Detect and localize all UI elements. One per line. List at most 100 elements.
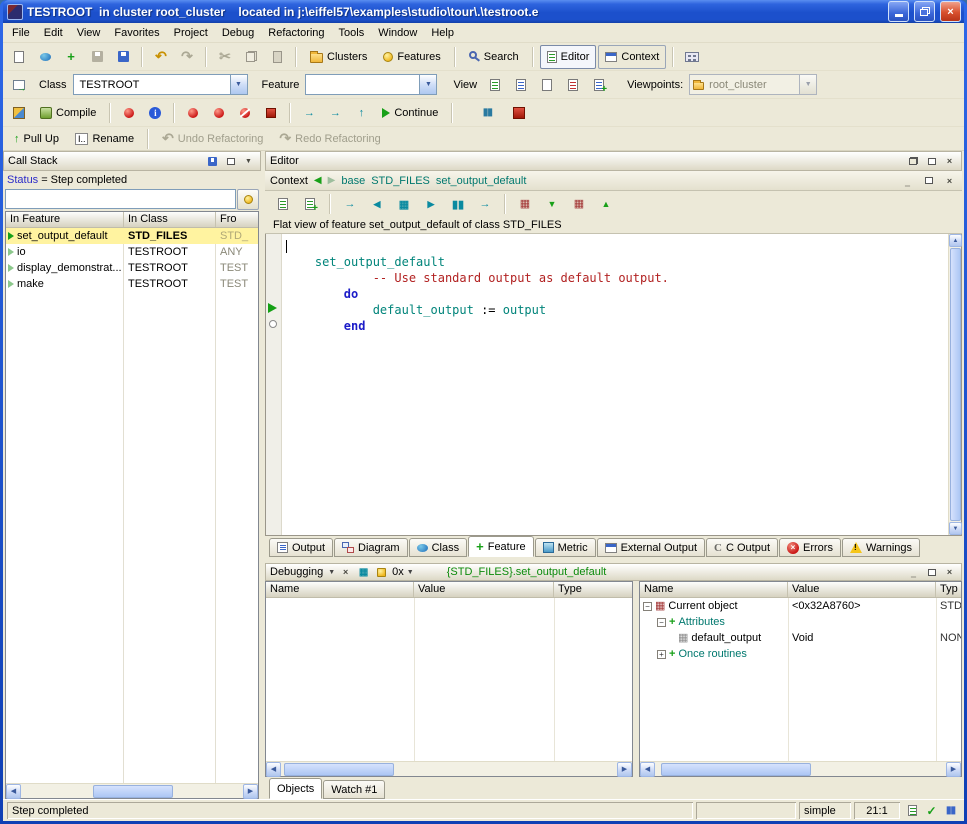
scroll-track[interactable] [21,784,243,799]
history-back-icon[interactable]: ◀ [314,175,322,186]
undock-editor-button[interactable] [906,154,921,168]
pause-button[interactable]: ▮▮ [475,101,499,125]
undo-refactoring-button[interactable]: ↶ Undo Refactoring [155,127,270,151]
scroll-right-button[interactable]: ▶ [617,762,632,777]
project-info-button[interactable]: i [143,101,167,125]
class-combobox-arrow-icon[interactable]: ▼ [230,75,247,94]
menu-refactoring[interactable]: Refactoring [261,25,331,41]
minimize-button[interactable] [888,1,909,22]
column-name[interactable]: Name [640,582,788,597]
assignees-button[interactable]: ▶ [419,192,443,216]
new-tab-button[interactable] [7,73,31,97]
column-in-class[interactable]: In Class [124,212,216,227]
code-text-area[interactable]: set_output_default -- Use standard outpu… [282,234,948,535]
breadcrumb-class[interactable]: STD_FILES [371,175,430,187]
expand-node-icon[interactable]: + [657,650,666,659]
call-stack-row[interactable]: make TESTROOT TEST [6,276,258,292]
rename-button[interactable]: I.. Rename [68,127,141,151]
tab-class[interactable]: Class [409,538,468,557]
descendants-button[interactable]: ▼ [540,192,564,216]
scroll-track[interactable] [949,247,961,522]
column-type[interactable]: Type [554,582,632,597]
scroll-thumb[interactable] [284,763,394,776]
code-editor[interactable]: set_output_default -- Use standard outpu… [265,234,962,536]
edit-feature-button[interactable] [271,192,295,216]
save-all-button[interactable] [111,45,135,69]
tab-objects[interactable]: Objects [269,778,322,799]
external-editor-button[interactable] [680,45,704,69]
breakpoint-slot-icon[interactable] [269,320,277,328]
callers-button[interactable]: → [338,192,362,216]
view-basic-text-button[interactable] [483,73,507,97]
copy-button[interactable] [239,45,263,69]
open-button[interactable] [33,45,57,69]
close-watch-button[interactable]: × [338,565,353,579]
debug-run-button[interactable] [207,101,231,125]
watch-hscrollbar[interactable]: ◀ ▶ [266,761,632,776]
scroll-right-button[interactable]: ▶ [243,784,258,799]
step-out-button[interactable]: ↑ [349,101,373,125]
assigners-button[interactable]: ▦ [392,192,416,216]
column-type[interactable]: Typ [936,582,961,597]
close-context-button[interactable]: × [942,174,957,188]
menu-file[interactable]: File [5,25,37,41]
editable-indicator-button[interactable] [905,804,920,818]
view-flat-button[interactable] [535,73,559,97]
callees-button[interactable]: ◀ [365,192,389,216]
scroll-thumb[interactable] [661,763,811,776]
tab-diagram[interactable]: Diagram [334,538,408,557]
cut-button[interactable]: ✂ [213,45,237,69]
tab-feature[interactable]: +Feature [468,536,534,557]
column-name[interactable]: Name [266,582,414,597]
menu-window[interactable]: Window [371,25,424,41]
watch-rows[interactable] [266,598,632,761]
tab-metric[interactable]: Metric [535,538,596,557]
call-stack-hscrollbar[interactable]: ◀ ▶ [6,783,258,798]
edit-class-button[interactable] [298,192,322,216]
creators-button[interactable]: ▮▮ [446,192,470,216]
melt-button[interactable] [7,101,31,125]
menu-favorites[interactable]: Favorites [107,25,166,41]
scroll-down-button[interactable]: ▼ [949,522,962,535]
column-in-feature[interactable]: In Feature [6,212,124,227]
scroll-track[interactable] [281,762,617,777]
ancestors-button[interactable]: ▦ [513,192,537,216]
collapse-debugging-button[interactable]: ‗ [906,565,921,579]
add-button[interactable]: + [59,45,83,69]
editor-vscrollbar[interactable]: ▲ ▼ [948,234,961,535]
tree-row-attributes[interactable]: −+Attributes [640,614,961,630]
scroll-left-button[interactable]: ◀ [266,762,281,777]
close-editor-button[interactable]: × [942,154,957,168]
viewpoints-combobox-arrow-icon[interactable]: ▼ [799,75,816,94]
stack-depth-input[interactable] [5,189,236,209]
note-tool-button[interactable] [374,565,389,579]
stack-depth-apply-button[interactable] [237,189,259,210]
feature-combobox-arrow-icon[interactable]: ▼ [419,75,436,94]
redo-refactoring-button[interactable]: ↷ Redo Refactoring [272,127,387,151]
editor-header[interactable]: Editor × [265,151,962,171]
scroll-right-button[interactable]: ▶ [946,762,961,777]
restore-button[interactable] [914,1,935,22]
maximize-debugging-button[interactable] [924,565,939,579]
view-interface-button[interactable] [587,73,611,97]
call-stack-row[interactable]: io TESTROOT ANY [6,244,258,260]
view-contract-button[interactable] [561,73,585,97]
debugging-header[interactable]: Debugging ▼ × ▦ 0x ▼ {STD_FILES}.set_out… [265,563,962,581]
context-toggle-button[interactable]: Context [598,45,666,69]
menu-project[interactable]: Project [167,25,215,41]
call-stack-row-current[interactable]: set_output_default STD_FILES STD_ [6,228,258,244]
tree-row-default-output[interactable]: ▦default_output Void NON [640,630,961,646]
dock-panel-button[interactable]: ▼ [241,154,256,168]
tab-external-output[interactable]: External Output [597,538,705,557]
paste-button[interactable] [265,45,289,69]
tab-watch-1[interactable]: Watch #1 [323,780,385,799]
tab-output[interactable]: Output [269,538,333,557]
menu-view[interactable]: View [70,25,108,41]
hex-format-dropdown-icon[interactable]: ▼ [407,569,414,576]
debugger-state-indicator[interactable]: ▮▮ [943,804,958,818]
step-into-button[interactable]: → [297,101,321,125]
compile-button[interactable]: Compile [33,101,103,125]
scroll-track[interactable] [655,762,946,777]
float-panel-button[interactable] [223,154,238,168]
features-button[interactable]: Features [376,45,447,69]
